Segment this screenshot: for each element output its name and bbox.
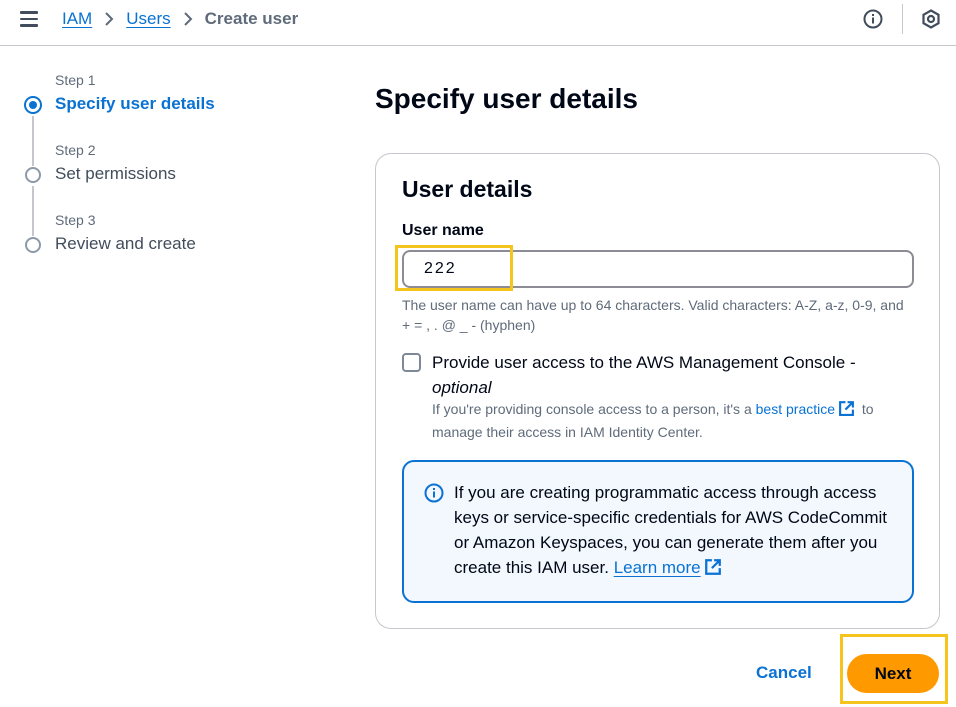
chevron-right-icon [183,11,193,27]
step-number: Step 3 [55,212,96,228]
breadcrumb: IAM Users Create user [62,8,298,30]
top-navigation-bar: IAM Users Create user [0,0,956,46]
console-access-optional: optional [432,378,492,397]
step-number: Step 2 [55,142,96,158]
info-alert: If you are creating programmatic access … [402,460,914,603]
settings-hexagon-icon[interactable] [920,8,942,30]
breadcrumb-create-user: Create user [204,9,299,28]
console-access-label-text: Provide user access to the AWS Managemen… [432,353,856,372]
external-link-icon[interactable] [838,400,855,422]
step-title: Set permissions [55,164,176,183]
hamburger-icon[interactable] [20,11,38,27]
step-number: Step 1 [55,72,96,88]
breadcrumb-iam[interactable]: IAM [62,9,92,29]
page-title: Specify user details [375,83,639,114]
step-inactive-indicator [25,237,41,253]
breadcrumb-users[interactable]: Users [126,9,170,29]
console-access-description: If you're providing console access to a … [432,399,922,442]
username-hint: The user name can have up to 64 characte… [402,297,904,333]
best-practice-link[interactable]: best practice [756,401,835,417]
chevron-right-icon [104,11,114,27]
console-access-label[interactable]: Provide user access to the AWS Managemen… [432,350,902,400]
console-access-checkbox[interactable] [402,353,421,372]
cancel-button[interactable]: Cancel [756,663,812,683]
step-inactive-indicator [25,167,41,183]
step-connector [32,116,34,166]
topbar-divider [902,4,903,34]
info-circle-icon [424,483,444,508]
step-title[interactable]: Specify user details [55,94,215,114]
step-title: Review and create [55,234,196,253]
learn-more-link[interactable]: Learn more [614,558,701,577]
step-connector [32,186,34,236]
container-title: User details [402,176,533,202]
step-active-indicator [24,96,42,114]
info-alert-text: If you are creating programmatic access … [454,480,894,583]
console-desc-before: If you're providing console access to a … [432,401,752,417]
user-details-container: User details User name The user name can… [375,153,940,629]
external-link-icon[interactable] [704,558,722,583]
username-input[interactable] [402,250,914,288]
username-label: User name [402,222,484,239]
info-icon[interactable] [862,8,884,30]
next-button[interactable]: Next [847,654,939,693]
